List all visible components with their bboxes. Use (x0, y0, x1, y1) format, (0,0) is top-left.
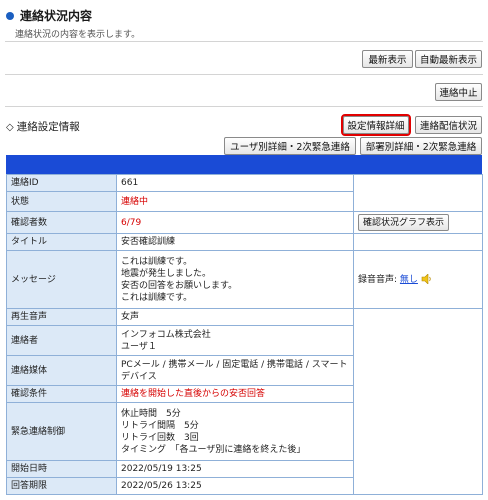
playback-value: 女声 (116, 308, 354, 326)
auto-latest-display-button[interactable]: 自動最新表示 (415, 50, 482, 68)
divider (5, 74, 483, 75)
title-value: 安否確認訓練 (116, 233, 354, 251)
contact-id-value: 661 (116, 174, 354, 192)
delivery-status-button[interactable]: 連絡配信状況 (415, 116, 482, 134)
recording-link[interactable]: 無し (400, 275, 418, 285)
page-title: 連絡状況内容 (6, 7, 92, 24)
deadline-value: 2022/05/26 13:25 (116, 477, 354, 495)
bullet-dot-icon (6, 11, 14, 20)
row-label: 確認条件 (6, 385, 117, 403)
settings-detail-button[interactable]: 設定情報詳細 (341, 114, 411, 136)
divider (5, 41, 483, 42)
start-value: 2022/05/19 13:25 (116, 460, 354, 478)
department-detail-button[interactable]: 部署別詳細・2次緊急連絡 (360, 137, 482, 155)
table-row: メッセージ これは訓練です。 地震が発生しました。 安否の回答をお願いします。 … (6, 250, 483, 309)
table-header-band (6, 155, 482, 174)
user-detail-button[interactable]: ユーザ別詳細・2次緊急連絡 (224, 137, 356, 155)
divider (5, 106, 483, 107)
status-value: 連絡中 (116, 191, 354, 212)
recording-cell: 録音音声: 無し (353, 250, 483, 309)
table-row: 連絡ID 661 (6, 174, 483, 212)
diamond-icon: ◇ (6, 122, 14, 133)
row-label: 連絡者 (6, 325, 117, 356)
row-label: タイトル (6, 233, 117, 251)
confirmed-count-value: 6/79 (116, 211, 354, 234)
row-label: 緊急連絡制御 (6, 402, 117, 461)
latest-display-button[interactable]: 最新表示 (362, 50, 413, 68)
message-value: これは訓練です。 地震が発生しました。 安否の回答をお願いします。 これは訓練で… (116, 250, 354, 309)
row-label: 回答期限 (6, 477, 117, 495)
sender-value: インフォコム株式会社 ユーザ１ (116, 325, 354, 356)
section-title: ◇ 連絡設定情報 (6, 121, 80, 133)
recording-label: 録音音声: (358, 274, 398, 285)
condition-value: 連絡を開始した直後からの安否回答 (116, 385, 354, 403)
stop-contact-button[interactable]: 連絡中止 (435, 83, 482, 101)
page-subtitle: 連絡状況の内容を表示します。 (15, 30, 141, 40)
row-label: 開始日時 (6, 460, 117, 478)
speaker-icon[interactable] (421, 274, 433, 284)
row-label: 連絡ID (6, 174, 117, 192)
media-value: PCメール / 携帯メール / 固定電話 / 携帯電話 / スマート デバイス (116, 355, 354, 386)
row-label: 確認者数 (6, 211, 117, 234)
confirmation-graph-button[interactable]: 確認状況グラフ表示 (358, 214, 450, 231)
row-label: 再生音声 (6, 308, 117, 326)
row-label: メッセージ (6, 250, 117, 309)
row-label: 連絡媒体 (6, 355, 117, 386)
table-row: タイトル 安否確認訓練 (6, 233, 483, 251)
contact-info-table: 連絡ID 661 状態 連絡中 確認者数 6/79 確認状況グラフ表示 タイトル… (6, 174, 483, 495)
table-row: 確認者数 6/79 確認状況グラフ表示 (6, 211, 483, 234)
emergency-value: 休止時間 5分 リトライ間隔 5分 リトライ回数 3回 タイミング 「各ユーザ別… (116, 402, 354, 461)
row-label: 状態 (6, 191, 117, 212)
page-title-text: 連絡状況内容 (20, 9, 93, 23)
table-row: 再生音声 女声 (6, 308, 483, 495)
